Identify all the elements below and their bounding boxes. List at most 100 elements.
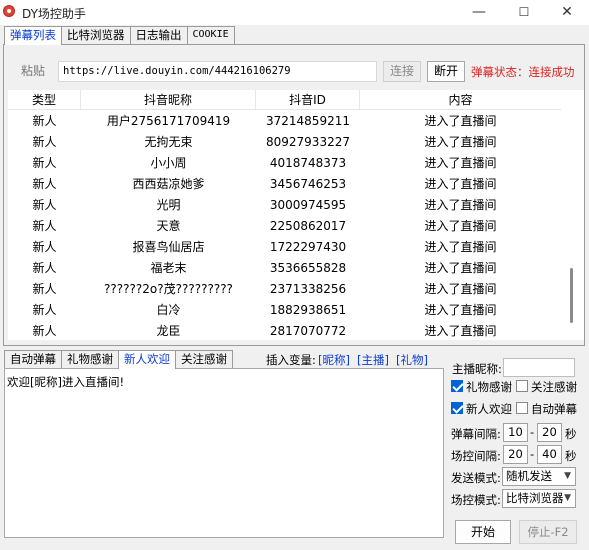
chevron-down-icon: ▼ <box>564 493 571 503</box>
cell-id: 1722297430 <box>269 240 347 254</box>
anchor-nickname-input[interactable] <box>503 358 575 377</box>
disconnect-button[interactable]: 断开 <box>427 61 465 82</box>
insert-var-anchor[interactable]: [主播] <box>357 352 389 368</box>
tab-new-welcome[interactable]: 新人欢迎 <box>118 350 176 369</box>
column-header-id[interactable]: 抖音ID <box>256 90 360 110</box>
cell-type: 新人 <box>32 240 57 254</box>
cell-id: 2371338256 <box>269 282 347 296</box>
cell-content: 进入了直播间 <box>424 324 497 338</box>
cell-nickname: 白冷 <box>156 303 181 317</box>
insert-var-gift[interactable]: [礼物] <box>396 352 428 368</box>
cell-nickname: 无拘无束 <box>144 135 193 149</box>
cell-id: 4018748373 <box>269 156 347 170</box>
cell-type: 新人 <box>32 198 57 212</box>
start-button[interactable]: 开始 <box>455 520 511 544</box>
cell-content: 进入了直播间 <box>424 261 497 275</box>
table-row[interactable]: 新人 龙臣 2817070772 进入了直播间 <box>8 321 561 342</box>
connection-status: 弹幕状态：连接成功 <box>471 65 575 79</box>
cell-content: 进入了直播间 <box>424 219 497 233</box>
title-bar: DY场控助手 — ☐ ✕ <box>0 0 589 25</box>
control-interval-unit: 秒 <box>565 449 577 463</box>
tab-barrage-list[interactable]: 弹幕列表 <box>4 26 62 45</box>
table-body: 新人 用户2756171709419 37214859211 进入了直播间 新人 无拘无束… <box>8 111 561 342</box>
cell-content: 进入了直播间 <box>424 198 497 212</box>
new-welcome-checkbox[interactable] <box>451 402 463 414</box>
barrage-interval-min[interactable]: 10 <box>503 423 528 442</box>
column-header-nickname[interactable]: 抖音昵称 <box>81 90 256 110</box>
control-mode-label: 场控模式: <box>451 493 501 507</box>
close-button[interactable]: ✕ <box>545 0 589 25</box>
connect-button[interactable]: 连接 <box>383 61 421 82</box>
cell-type: 新人 <box>32 114 57 128</box>
cell-id: 1882938651 <box>269 303 347 317</box>
control-mode-value: 比特浏览器 <box>506 491 564 505</box>
tab-follow-thanks[interactable]: 关注感谢 <box>175 350 233 368</box>
tab-gift-thanks[interactable]: 礼物感谢 <box>61 350 119 368</box>
cell-type: 新人 <box>32 282 57 296</box>
cell-nickname: 龙臣 <box>156 324 181 338</box>
send-mode-select[interactable]: 随机发送 ▼ <box>502 467 576 486</box>
barrage-table: 类型 抖音昵称 抖音ID 内容 新人 用户2756171709419 3721485… <box>8 90 561 340</box>
tab-log-output[interactable]: 日志输出 <box>129 26 188 44</box>
tab-cookie[interactable]: COOKIE <box>186 26 235 44</box>
table-row[interactable]: 新人 西西菇凉她爹 3456746253 进入了直播间 <box>8 174 561 195</box>
cell-id: 3456746253 <box>269 177 347 191</box>
maximize-button[interactable]: ☐ <box>502 0 546 25</box>
table-row[interactable]: 新人 ??????2o?茂????????? 2371338256 进入了直播间 <box>8 279 561 300</box>
control-interval-label: 场控间隔: <box>451 449 501 463</box>
cell-nickname: 福老末 <box>150 261 187 275</box>
main-tabs: 弹幕列表 比特浏览器 日志输出 COOKIE <box>4 26 235 45</box>
table-row[interactable]: 新人 用户2756171709419 37214859211 进入了直播间 <box>8 111 561 132</box>
cell-nickname: 西西菇凉她爹 <box>132 177 205 191</box>
column-header-content[interactable]: 内容 <box>360 90 561 110</box>
cell-content: 进入了直播间 <box>424 114 497 128</box>
follow-thanks-checkbox[interactable] <box>516 380 528 392</box>
gift-thanks-checkbox[interactable] <box>451 380 463 392</box>
minimize-button[interactable]: — <box>457 0 501 25</box>
welcome-message-textarea[interactable]: 欢迎[昵称]进入直播间! <box>4 368 444 538</box>
anchor-nickname-label: 主播昵称: <box>452 362 502 376</box>
cell-type: 新人 <box>32 303 57 317</box>
cell-type: 新人 <box>32 177 57 191</box>
tab-bit-browser[interactable]: 比特浏览器 <box>61 26 131 44</box>
barrage-interval-dash: - <box>530 425 535 439</box>
control-mode-select[interactable]: 比特浏览器 ▼ <box>502 489 576 508</box>
auto-barrage-checkbox[interactable] <box>516 402 528 414</box>
app-window: DY场控助手 — ☐ ✕ 弹幕列表 比特浏览器 日志输出 COOKIE 粘贴 h… <box>0 0 589 550</box>
gift-thanks-label: 礼物感谢 <box>466 380 512 394</box>
cell-content: 进入了直播间 <box>424 282 497 296</box>
barrage-interval-unit: 秒 <box>565 427 577 441</box>
stop-button[interactable]: 停止-F2 <box>519 520 577 544</box>
cell-id: 2250862017 <box>269 219 347 233</box>
paste-button[interactable]: 粘贴 <box>12 61 54 81</box>
app-logo-icon <box>3 5 15 17</box>
table-row[interactable]: 新人 光明 3000974595 进入了直播间 <box>8 195 561 216</box>
column-header-type[interactable]: 类型 <box>8 90 81 110</box>
barrage-interval-max[interactable]: 20 <box>537 423 562 442</box>
table-row[interactable]: 新人 小小周 4018748373 进入了直播间 <box>8 153 561 174</box>
cell-id: 3536655828 <box>269 261 347 275</box>
table-header: 类型 抖音昵称 抖音ID 内容 <box>8 90 561 110</box>
cell-id: 37214859211 <box>266 114 350 128</box>
cell-nickname: 用户2756171709419 <box>106 114 231 128</box>
live-url-input[interactable]: https://live.douyin.com/444216106279 <box>58 61 377 82</box>
tab-auto-barrage[interactable]: 自动弹幕 <box>4 350 62 368</box>
table-row[interactable]: 新人 白冷 1882938651 进入了直播间 <box>8 300 561 321</box>
cell-nickname: 光明 <box>156 198 181 212</box>
table-row[interactable]: 新人 福老末 3536655828 进入了直播间 <box>8 258 561 279</box>
table-row[interactable]: 新人 天意 2250862017 进入了直播间 <box>8 216 561 237</box>
cell-type: 新人 <box>32 219 57 233</box>
control-interval-min[interactable]: 20 <box>503 445 528 464</box>
cell-content: 进入了直播间 <box>424 240 497 254</box>
cell-type: 新人 <box>32 324 57 338</box>
cell-content: 进入了直播间 <box>424 135 497 149</box>
table-scrollbar[interactable] <box>561 90 584 340</box>
cell-id: 3000974595 <box>269 198 347 212</box>
auto-barrage-label: 自动弹幕 <box>531 402 577 416</box>
control-interval-max[interactable]: 40 <box>537 445 562 464</box>
table-row[interactable]: 新人 报喜鸟仙居店 1722297430 进入了直播间 <box>8 237 561 258</box>
table-row[interactable]: 新人 无拘无束 80927933227 进入了直播间 <box>8 132 561 153</box>
insert-var-nickname[interactable]: [昵称] <box>318 352 350 368</box>
cell-content: 进入了直播间 <box>424 156 497 170</box>
scrollbar-thumb[interactable] <box>570 268 573 323</box>
